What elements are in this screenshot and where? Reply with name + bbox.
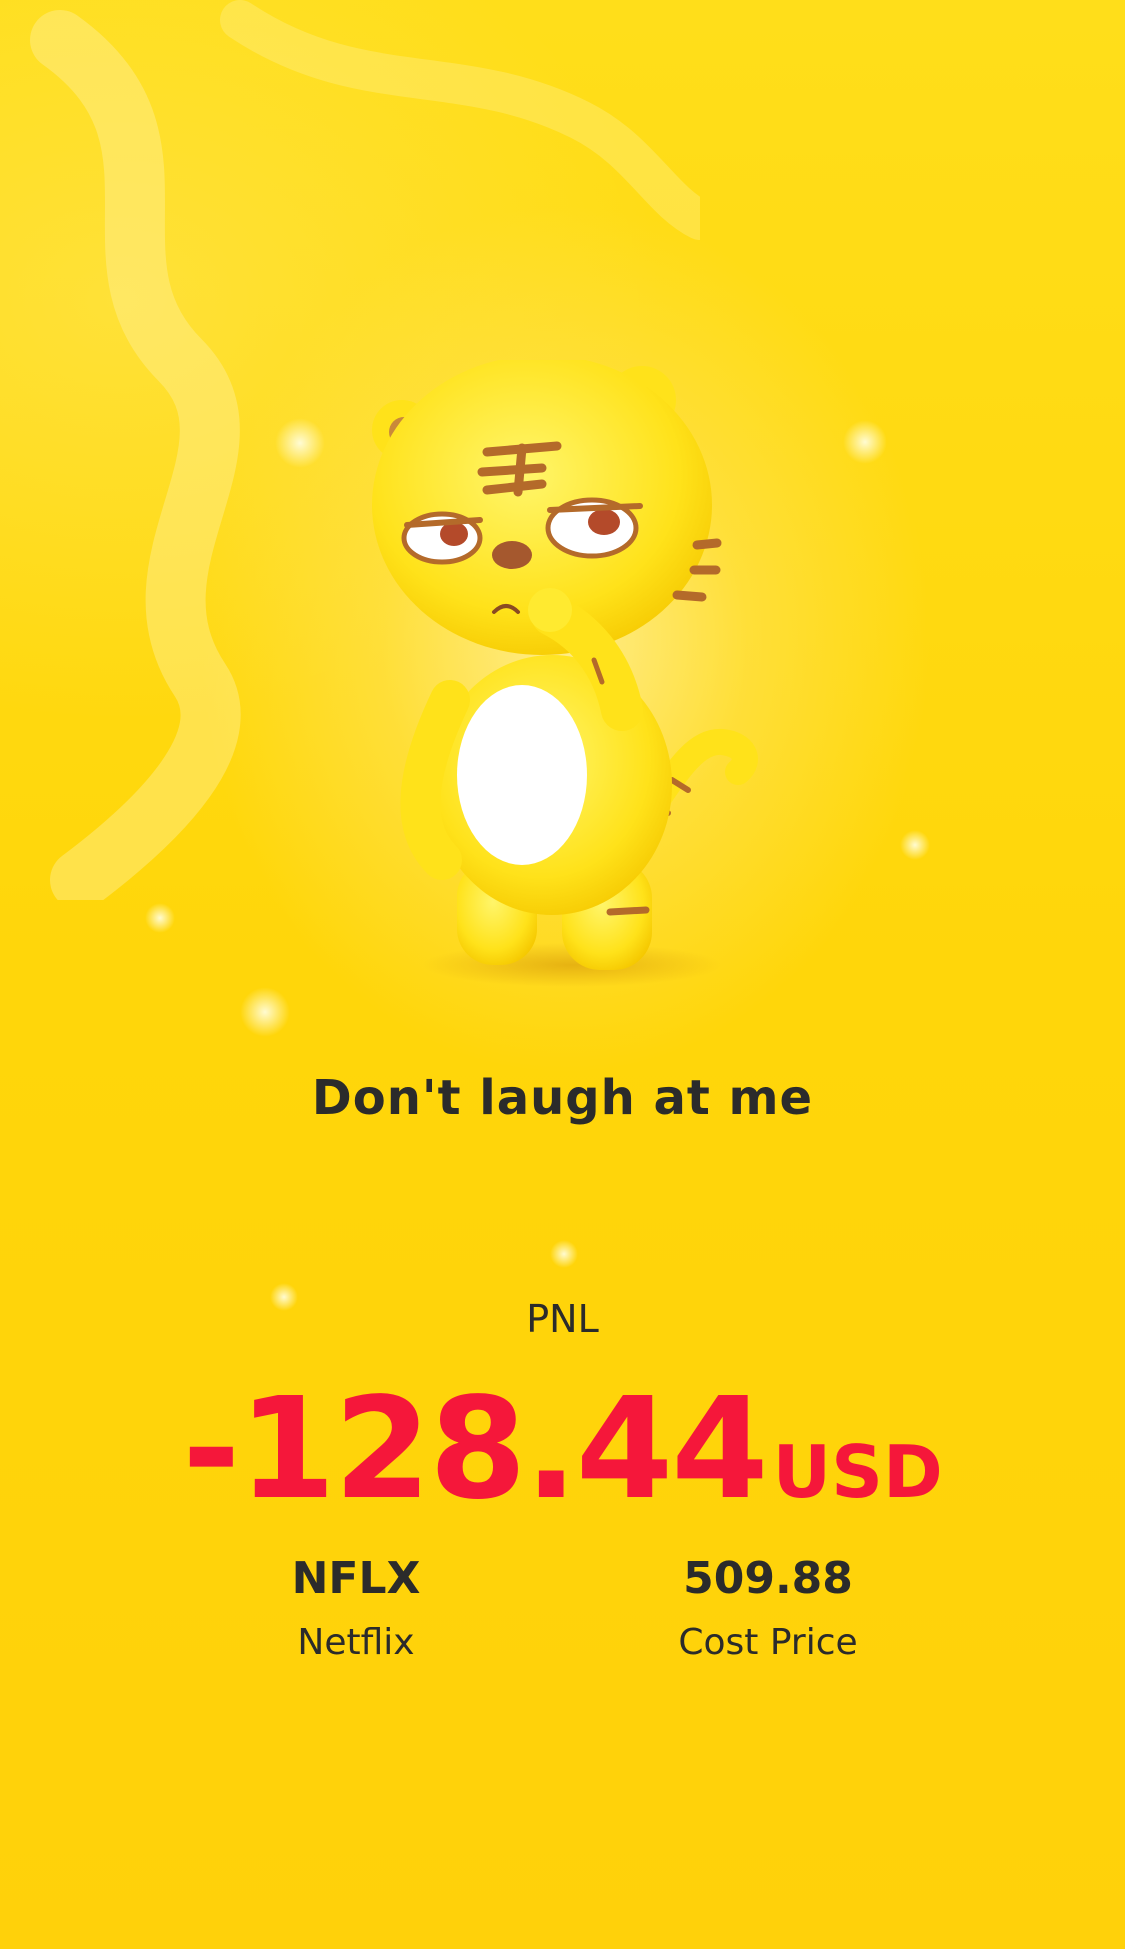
sparkle xyxy=(145,903,175,933)
sparkle xyxy=(550,1240,578,1268)
slogan-text: Don't laugh at me xyxy=(311,1070,814,1126)
stock-info: NFLX Netflix xyxy=(176,1553,536,1663)
stock-symbol: NFLX xyxy=(291,1553,421,1604)
sparkle xyxy=(240,987,290,1037)
sparkle xyxy=(900,830,930,860)
pnl-label: PNL xyxy=(526,1297,599,1341)
sparkle xyxy=(843,420,887,464)
cost-price-value: 509.88 xyxy=(683,1553,853,1604)
sparkle xyxy=(275,418,325,468)
tiger-mascot-icon xyxy=(372,360,758,987)
stock-name: Netflix xyxy=(297,1622,415,1663)
pnl-amount: -128.44USD xyxy=(0,1368,1125,1531)
pnl-value: -128.44 xyxy=(182,1368,768,1531)
cost-price-label: Cost Price xyxy=(678,1622,858,1663)
pnl-currency: USD xyxy=(772,1430,943,1514)
cost-price-info: 509.88 Cost Price xyxy=(588,1553,948,1663)
